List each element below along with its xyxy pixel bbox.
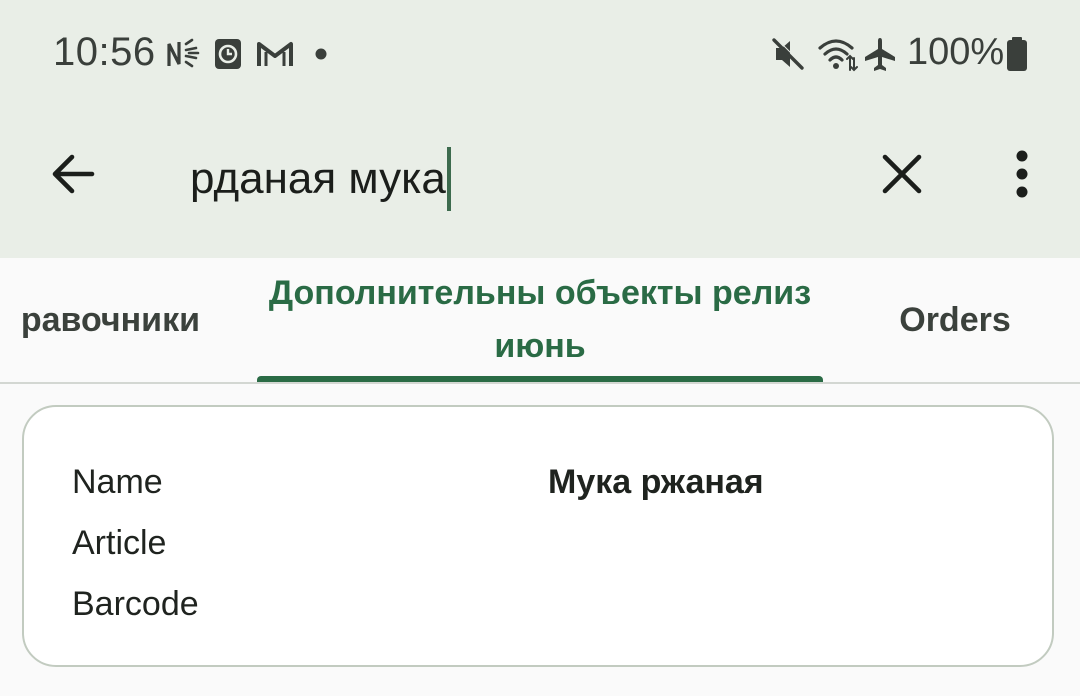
more-notifications-dot-icon (315, 48, 327, 60)
tab-reference-books[interactable]: равочники (0, 258, 200, 382)
close-icon[interactable] (872, 144, 932, 204)
search-query-text: рданая мука (190, 154, 446, 203)
tab-label: Orders (899, 300, 1011, 339)
barcode-label: Barcode (72, 585, 199, 623)
status-time: 10:56 (53, 30, 156, 74)
gmail-icon (257, 42, 293, 66)
name-value: Мука ржаная (548, 463, 764, 501)
battery-percent: 100% (907, 31, 1005, 73)
nfc-icon (167, 38, 200, 68)
wifi-icon (818, 39, 858, 72)
text-cursor (446, 147, 451, 211)
search-app-bar: рданая мука (0, 108, 1080, 258)
tab-additional-objects[interactable]: Дополнительны объекты релиз июнь (257, 258, 823, 382)
search-input[interactable]: рданая мука (190, 144, 830, 214)
more-vert-icon[interactable] (996, 144, 1048, 204)
screen: 10:56 100% рданая мука равочники Дополни… (0, 0, 1080, 696)
battery-icon (1007, 37, 1027, 71)
tab-orders[interactable]: Orders (860, 258, 1050, 382)
article-label: Article (72, 524, 167, 562)
name-label: Name (72, 463, 163, 501)
tab-bar: равочники Дополнительны объекты релиз ию… (0, 258, 1080, 384)
airplane-mode-icon (865, 38, 895, 71)
top-area: 10:56 100% рданая мука (0, 0, 1080, 258)
active-tab-indicator (257, 376, 823, 382)
clock-notification-icon (215, 39, 241, 69)
tab-label: равочники (20, 300, 200, 339)
arrow-back-icon[interactable] (44, 144, 104, 204)
tab-label: Дополнительны объекты релиз июнь (268, 274, 812, 365)
status-bar: 10:56 100% (0, 0, 1080, 108)
search-result-card[interactable]: Name Мука ржаная Article Barcode (22, 405, 1054, 667)
mute-icon (772, 37, 805, 70)
